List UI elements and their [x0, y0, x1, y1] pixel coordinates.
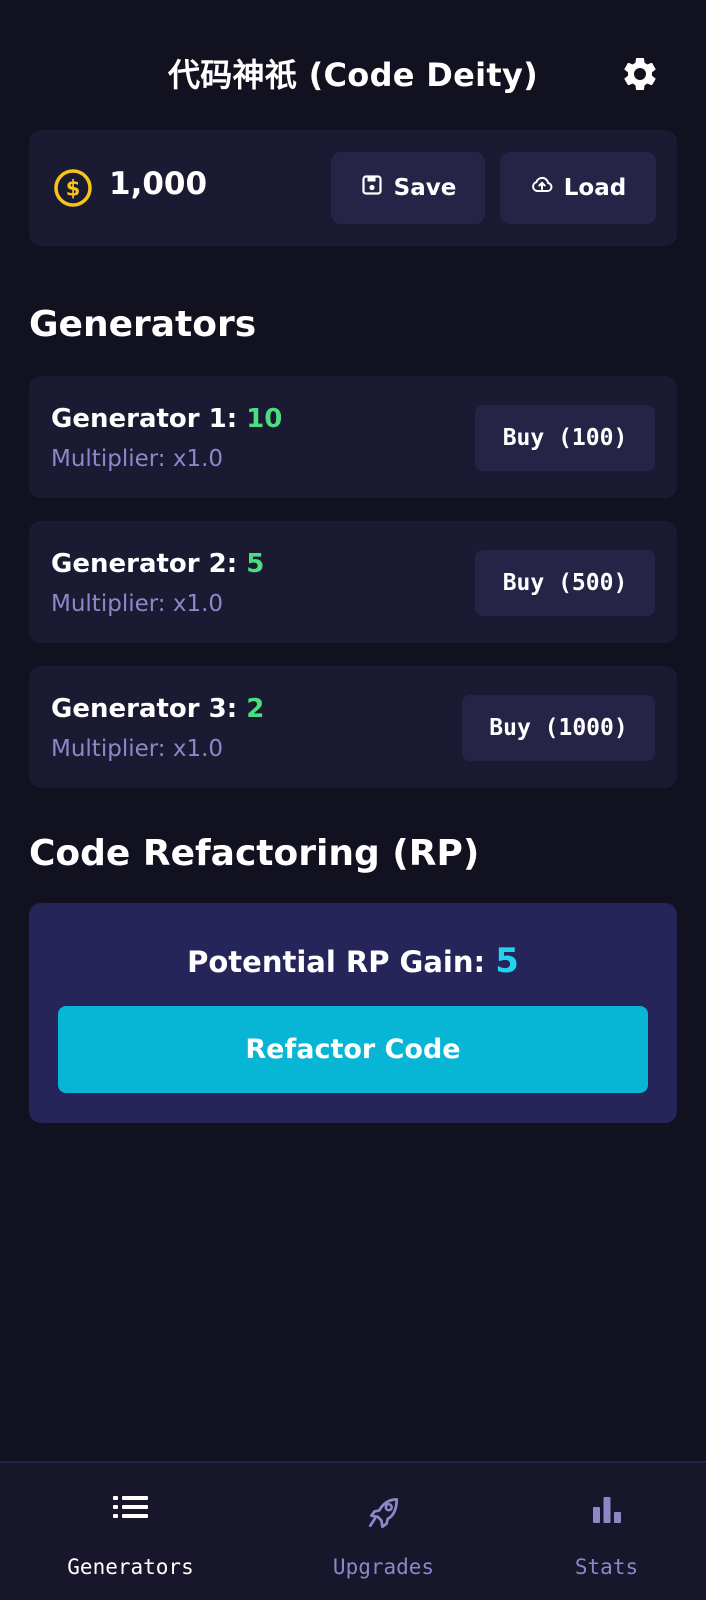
nav-label: Upgrades [332, 1555, 435, 1579]
app-title: 代码神祇 (Code Deity) [167, 56, 539, 94]
nav-item-upgrades[interactable]: Upgrades [266, 1463, 501, 1600]
floppy-disk-icon [360, 173, 384, 203]
generator-name: Generator 1: 10 [51, 404, 283, 434]
rp-gain-value: 5 [495, 941, 519, 981]
svg-text:$: $ [66, 177, 81, 201]
cloud-upload-icon [530, 173, 554, 203]
nav-item-stats[interactable]: Stats [489, 1463, 706, 1600]
buy-generator-1-button[interactable]: Buy (100) [475, 405, 655, 471]
generator-count: 10 [246, 404, 283, 434]
save-button[interactable]: Save [331, 152, 485, 224]
generator-name: Generator 2: 5 [51, 549, 265, 579]
gear-icon[interactable] [620, 54, 660, 94]
generator-multiplier: Multiplier: x1.0 [51, 736, 224, 762]
generator-count: 2 [246, 694, 265, 724]
bar-chart-icon [591, 1493, 623, 1529]
coin-balance: 1,000 [109, 166, 208, 202]
wallet-bar: $ 1,000 Save Load [29, 130, 677, 246]
nav-label: Stats [574, 1555, 639, 1579]
bottom-nav: Generators Upgrades Stats [0, 1461, 706, 1600]
load-button[interactable]: Load [500, 152, 656, 224]
nav-item-generators[interactable]: Generators [13, 1463, 248, 1600]
generators-heading: Generators [29, 304, 257, 345]
load-label: Load [563, 175, 627, 201]
generator-multiplier: Multiplier: x1.0 [51, 591, 224, 617]
buy-generator-2-button[interactable]: Buy (500) [475, 550, 655, 616]
refactoring-heading: Code Refactoring (RP) [29, 833, 480, 874]
save-label: Save [393, 175, 457, 201]
list-icon [112, 1493, 149, 1525]
refactor-panel: Potential RP Gain: 5 Refactor Code [29, 903, 677, 1123]
nav-label: Generators [67, 1555, 194, 1579]
buy-generator-3-button[interactable]: Buy (1000) [462, 695, 655, 761]
generator-count: 5 [246, 549, 265, 579]
rocket-icon [365, 1493, 403, 1535]
generator-name: Generator 3: 2 [51, 694, 265, 724]
generator-multiplier: Multiplier: x1.0 [51, 446, 224, 472]
generator-card-1: Generator 1: 10 Multiplier: x1.0 Buy (10… [29, 376, 677, 498]
dollar-coin-icon: $ [53, 168, 93, 208]
app-header: 代码神祇 (Code Deity) [0, 0, 706, 130]
generator-card-2: Generator 2: 5 Multiplier: x1.0 Buy (500… [29, 521, 677, 643]
generator-card-3: Generator 3: 2 Multiplier: x1.0 Buy (100… [29, 666, 677, 788]
rp-gain-text: Potential RP Gain: 5 [187, 941, 519, 981]
refactor-code-button[interactable]: Refactor Code [58, 1006, 648, 1093]
